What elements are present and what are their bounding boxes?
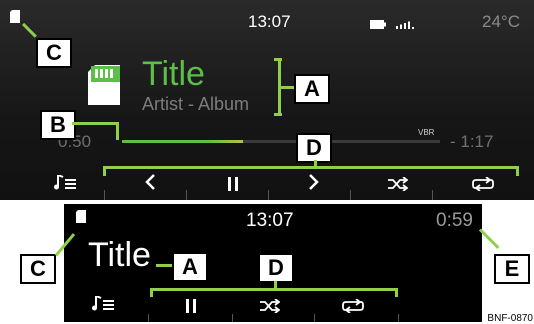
callout-a-bottom: A — [172, 252, 208, 282]
callout-e: E — [494, 254, 530, 284]
track-title: Title — [142, 55, 205, 93]
repeat-icon — [342, 298, 364, 314]
callout-d-top: D — [296, 133, 332, 163]
divider — [314, 314, 315, 322]
callout-line — [116, 122, 119, 140]
status-temperature: 24°C — [482, 12, 520, 31]
bottom-shuffle-button[interactable] — [258, 297, 282, 317]
reference-code: BNF-0870 — [486, 313, 534, 324]
progress-bar-fill — [122, 140, 243, 143]
playlist-icon — [92, 295, 114, 311]
divider — [268, 190, 269, 200]
previous-button[interactable] — [138, 174, 162, 194]
bottom-repeat-button[interactable] — [340, 297, 366, 317]
callout-b: B — [40, 110, 76, 140]
progress-bar[interactable] — [122, 140, 440, 143]
bottom-status-time: 13:07 — [246, 210, 294, 231]
callout-bracket — [150, 288, 398, 297]
divider — [350, 190, 351, 200]
chevron-right-icon — [309, 174, 319, 190]
callout-d-bottom: D — [258, 253, 294, 283]
sd-card-small-icon — [10, 10, 20, 28]
signal-icon — [396, 16, 414, 34]
repeat-icon — [472, 176, 494, 192]
next-button[interactable] — [302, 174, 326, 194]
divider — [432, 190, 433, 200]
shuffle-icon — [260, 298, 281, 314]
divider — [232, 314, 233, 322]
shuffle-icon — [388, 176, 409, 192]
bottom-pause-button[interactable] — [180, 297, 204, 317]
divider — [186, 190, 187, 200]
status-time: 13:07 — [248, 12, 291, 31]
callout-c-top: C — [36, 38, 72, 68]
divider — [148, 314, 149, 322]
pause-button[interactable] — [222, 175, 246, 195]
bottom-track-title: Title — [88, 236, 151, 274]
sd-card-icon — [88, 65, 120, 110]
callout-c-bottom: C — [20, 254, 56, 284]
callout-line — [478, 228, 500, 249]
callout-bracket — [103, 166, 519, 176]
pause-icon — [186, 299, 196, 313]
pause-icon — [228, 177, 238, 191]
playlist-icon — [54, 174, 76, 190]
shuffle-button[interactable] — [386, 175, 410, 195]
sd-card-small-icon — [76, 210, 86, 228]
bottom-elapsed-time: 0:59 — [436, 210, 473, 231]
battery-icon — [370, 16, 386, 34]
callout-line — [72, 122, 118, 125]
callout-bracket — [274, 113, 282, 116]
remaining-time: - 1:17 — [450, 132, 494, 151]
bitrate-label: VBR — [418, 128, 435, 137]
callout-a-top: A — [294, 74, 330, 104]
bottom-playlist-button[interactable] — [88, 295, 118, 316]
callout-bracket — [274, 58, 282, 61]
playlist-button[interactable] — [50, 174, 80, 195]
divider — [398, 314, 399, 322]
track-artist-album: Artist - Album — [142, 94, 250, 114]
divider — [104, 190, 105, 200]
chevron-left-icon — [145, 174, 155, 190]
repeat-button[interactable] — [470, 175, 496, 195]
